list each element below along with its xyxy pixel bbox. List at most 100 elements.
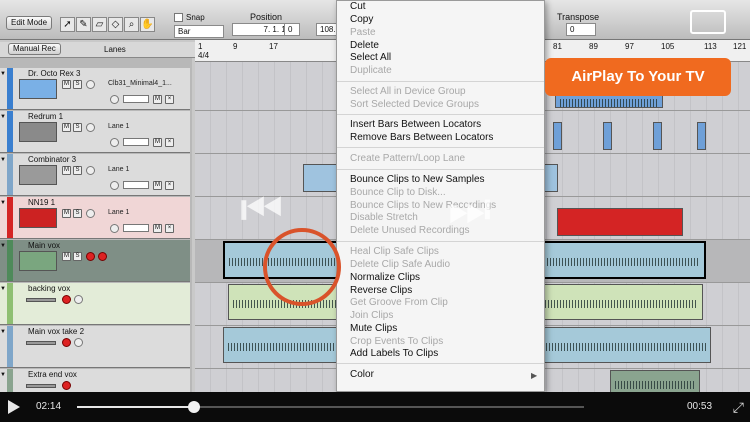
solo-button[interactable]: S [73,252,82,261]
monitor-button[interactable] [74,295,83,304]
solo-button[interactable]: S [73,123,82,132]
track-row[interactable]: ▼ Redrum 1 M S Lane 1 M × [0,111,190,153]
mute-button[interactable]: M [62,123,71,132]
arrow-tool-icon[interactable]: ➚ [60,17,75,32]
lane-dropdown[interactable] [123,181,149,189]
record-enable-button[interactable] [62,381,71,390]
eraser-tool-icon[interactable]: ▱ [92,17,107,32]
menu-item-select-all[interactable]: Select All [350,52,391,63]
record-enable-button[interactable] [62,338,71,347]
lane-delete-button[interactable]: × [165,95,174,104]
midi-clip[interactable] [553,122,562,150]
collapse-triangle-icon[interactable]: ▼ [0,329,7,335]
collapse-triangle-icon[interactable]: ▼ [0,114,7,120]
solo-button[interactable]: S [73,166,82,175]
lane-delete-button[interactable]: × [165,181,174,190]
lane-mute-button[interactable]: M [153,138,162,147]
midi-clip[interactable] [557,208,683,236]
collapse-triangle-icon[interactable]: ▼ [0,71,7,77]
menu-item-normalize-clips[interactable]: Normalize Clips [350,272,420,283]
track-row[interactable]: ▼ NN19 1 M S Lane 1 M × [0,197,190,239]
mute-button[interactable]: M [62,252,71,261]
lane-record-button[interactable] [110,224,119,233]
scrubber-knob[interactable] [187,401,200,413]
midi-clip[interactable] [603,122,612,150]
hand-tool-icon[interactable]: ✋ [140,17,155,32]
play-icon[interactable] [8,400,20,414]
next-icon[interactable]: ⏭ [448,186,491,234]
record-enable-button[interactable] [86,252,95,261]
ruler-tick: 9 [233,42,238,51]
menu-item-cut[interactable]: Cut [350,1,366,12]
pencil-tool-icon[interactable]: ✎ [76,17,91,32]
solo-button[interactable]: S [73,80,82,89]
collapse-triangle-icon[interactable]: ▼ [0,286,7,292]
lane-record-button[interactable] [110,138,119,147]
midi-clip[interactable] [653,122,662,150]
volume-fader[interactable] [26,384,56,388]
midi-clip[interactable] [697,122,706,150]
collapse-triangle-icon[interactable]: ▼ [0,372,7,378]
manual-rec-button[interactable]: Manual Rec [8,43,61,55]
previous-icon[interactable]: ⏮ [240,186,283,234]
record-enable-button[interactable] [86,123,95,132]
collapse-triangle-icon[interactable]: ▼ [0,157,7,163]
fullscreen-icon[interactable]: ⤢ [733,399,744,416]
lane-mute-button[interactable]: M [153,95,162,104]
record-enable-button[interactable] [86,80,95,89]
tempo-field[interactable]: 108. [316,23,338,36]
razor-tool-icon[interactable]: ◇ [108,17,123,32]
pattern-clip[interactable] [303,164,339,192]
position-field[interactable]: 7. 1. 1. [232,23,292,36]
progress-bar[interactable] [77,401,584,413]
transpose-field[interactable]: 0 [566,23,596,36]
menu-item-copy[interactable]: Copy [350,14,373,25]
record-enable-button[interactable] [62,295,71,304]
highlight-circle [263,228,341,306]
menu-item-remove-bars[interactable]: Remove Bars Between Locators [350,132,493,143]
lane-delete-button[interactable]: × [165,138,174,147]
lane-mute-button[interactable]: M [153,181,162,190]
track-row[interactable]: ▼ Dr. Octo Rex 3 M S Clb31_Minimal4_1...… [0,68,190,110]
record-enable-button[interactable] [86,166,95,175]
monitor-button[interactable] [74,338,83,347]
collapse-triangle-icon[interactable]: ▼ [0,243,7,249]
menu-item-reverse-clips[interactable]: Reverse Clips [350,285,412,296]
track-row[interactable]: ▼ Main vox take 2 [0,326,190,368]
airplay-icon[interactable] [690,10,726,34]
lane-dropdown[interactable] [123,138,149,146]
airplay-banner[interactable]: AirPlay To Your TV [545,58,731,96]
menu-item-color[interactable]: Color [350,369,374,380]
menu-item-mute-clips[interactable]: Mute Clips [350,323,397,334]
track-row[interactable]: ▼ Main vox M S [0,240,190,282]
monitor-button[interactable] [98,252,107,261]
edit-mode-button[interactable]: Edit Mode [6,16,53,30]
track-list-header: Manual Rec Lanes [0,42,195,58]
menu-item-add-labels[interactable]: Add Labels To Clips [350,348,438,359]
solo-button[interactable]: S [73,209,82,218]
snap-value-select[interactable]: Bar [174,25,224,38]
position-ticks-field[interactable]: 0 [284,23,300,36]
volume-fader[interactable] [26,341,56,345]
lane-mute-button[interactable]: M [153,224,162,233]
track-row[interactable]: ▼ Combinator 3 M S Lane 1 M × [0,154,190,196]
mute-button[interactable]: M [62,80,71,89]
snap-checkbox[interactable] [174,13,183,22]
ruler-tick: 1 [198,42,203,51]
menu-item-delete[interactable]: Delete [350,40,379,51]
mute-button[interactable]: M [62,209,71,218]
track-row[interactable]: ▼ Extra end vox [0,369,190,392]
collapse-triangle-icon[interactable]: ▼ [0,200,7,206]
magnify-tool-icon[interactable]: ⌕ [124,17,139,32]
lane-record-button[interactable] [110,95,119,104]
lane-delete-button[interactable]: × [165,224,174,233]
volume-fader[interactable] [26,298,56,302]
lane-dropdown[interactable] [123,95,149,103]
lane-record-button[interactable] [110,181,119,190]
audio-clip[interactable] [610,370,700,392]
record-enable-button[interactable] [86,209,95,218]
menu-item-insert-bars[interactable]: Insert Bars Between Locators [350,119,481,130]
lane-dropdown[interactable] [123,224,149,232]
track-row[interactable]: ▼ backing vox [0,283,190,325]
mute-button[interactable]: M [62,166,71,175]
